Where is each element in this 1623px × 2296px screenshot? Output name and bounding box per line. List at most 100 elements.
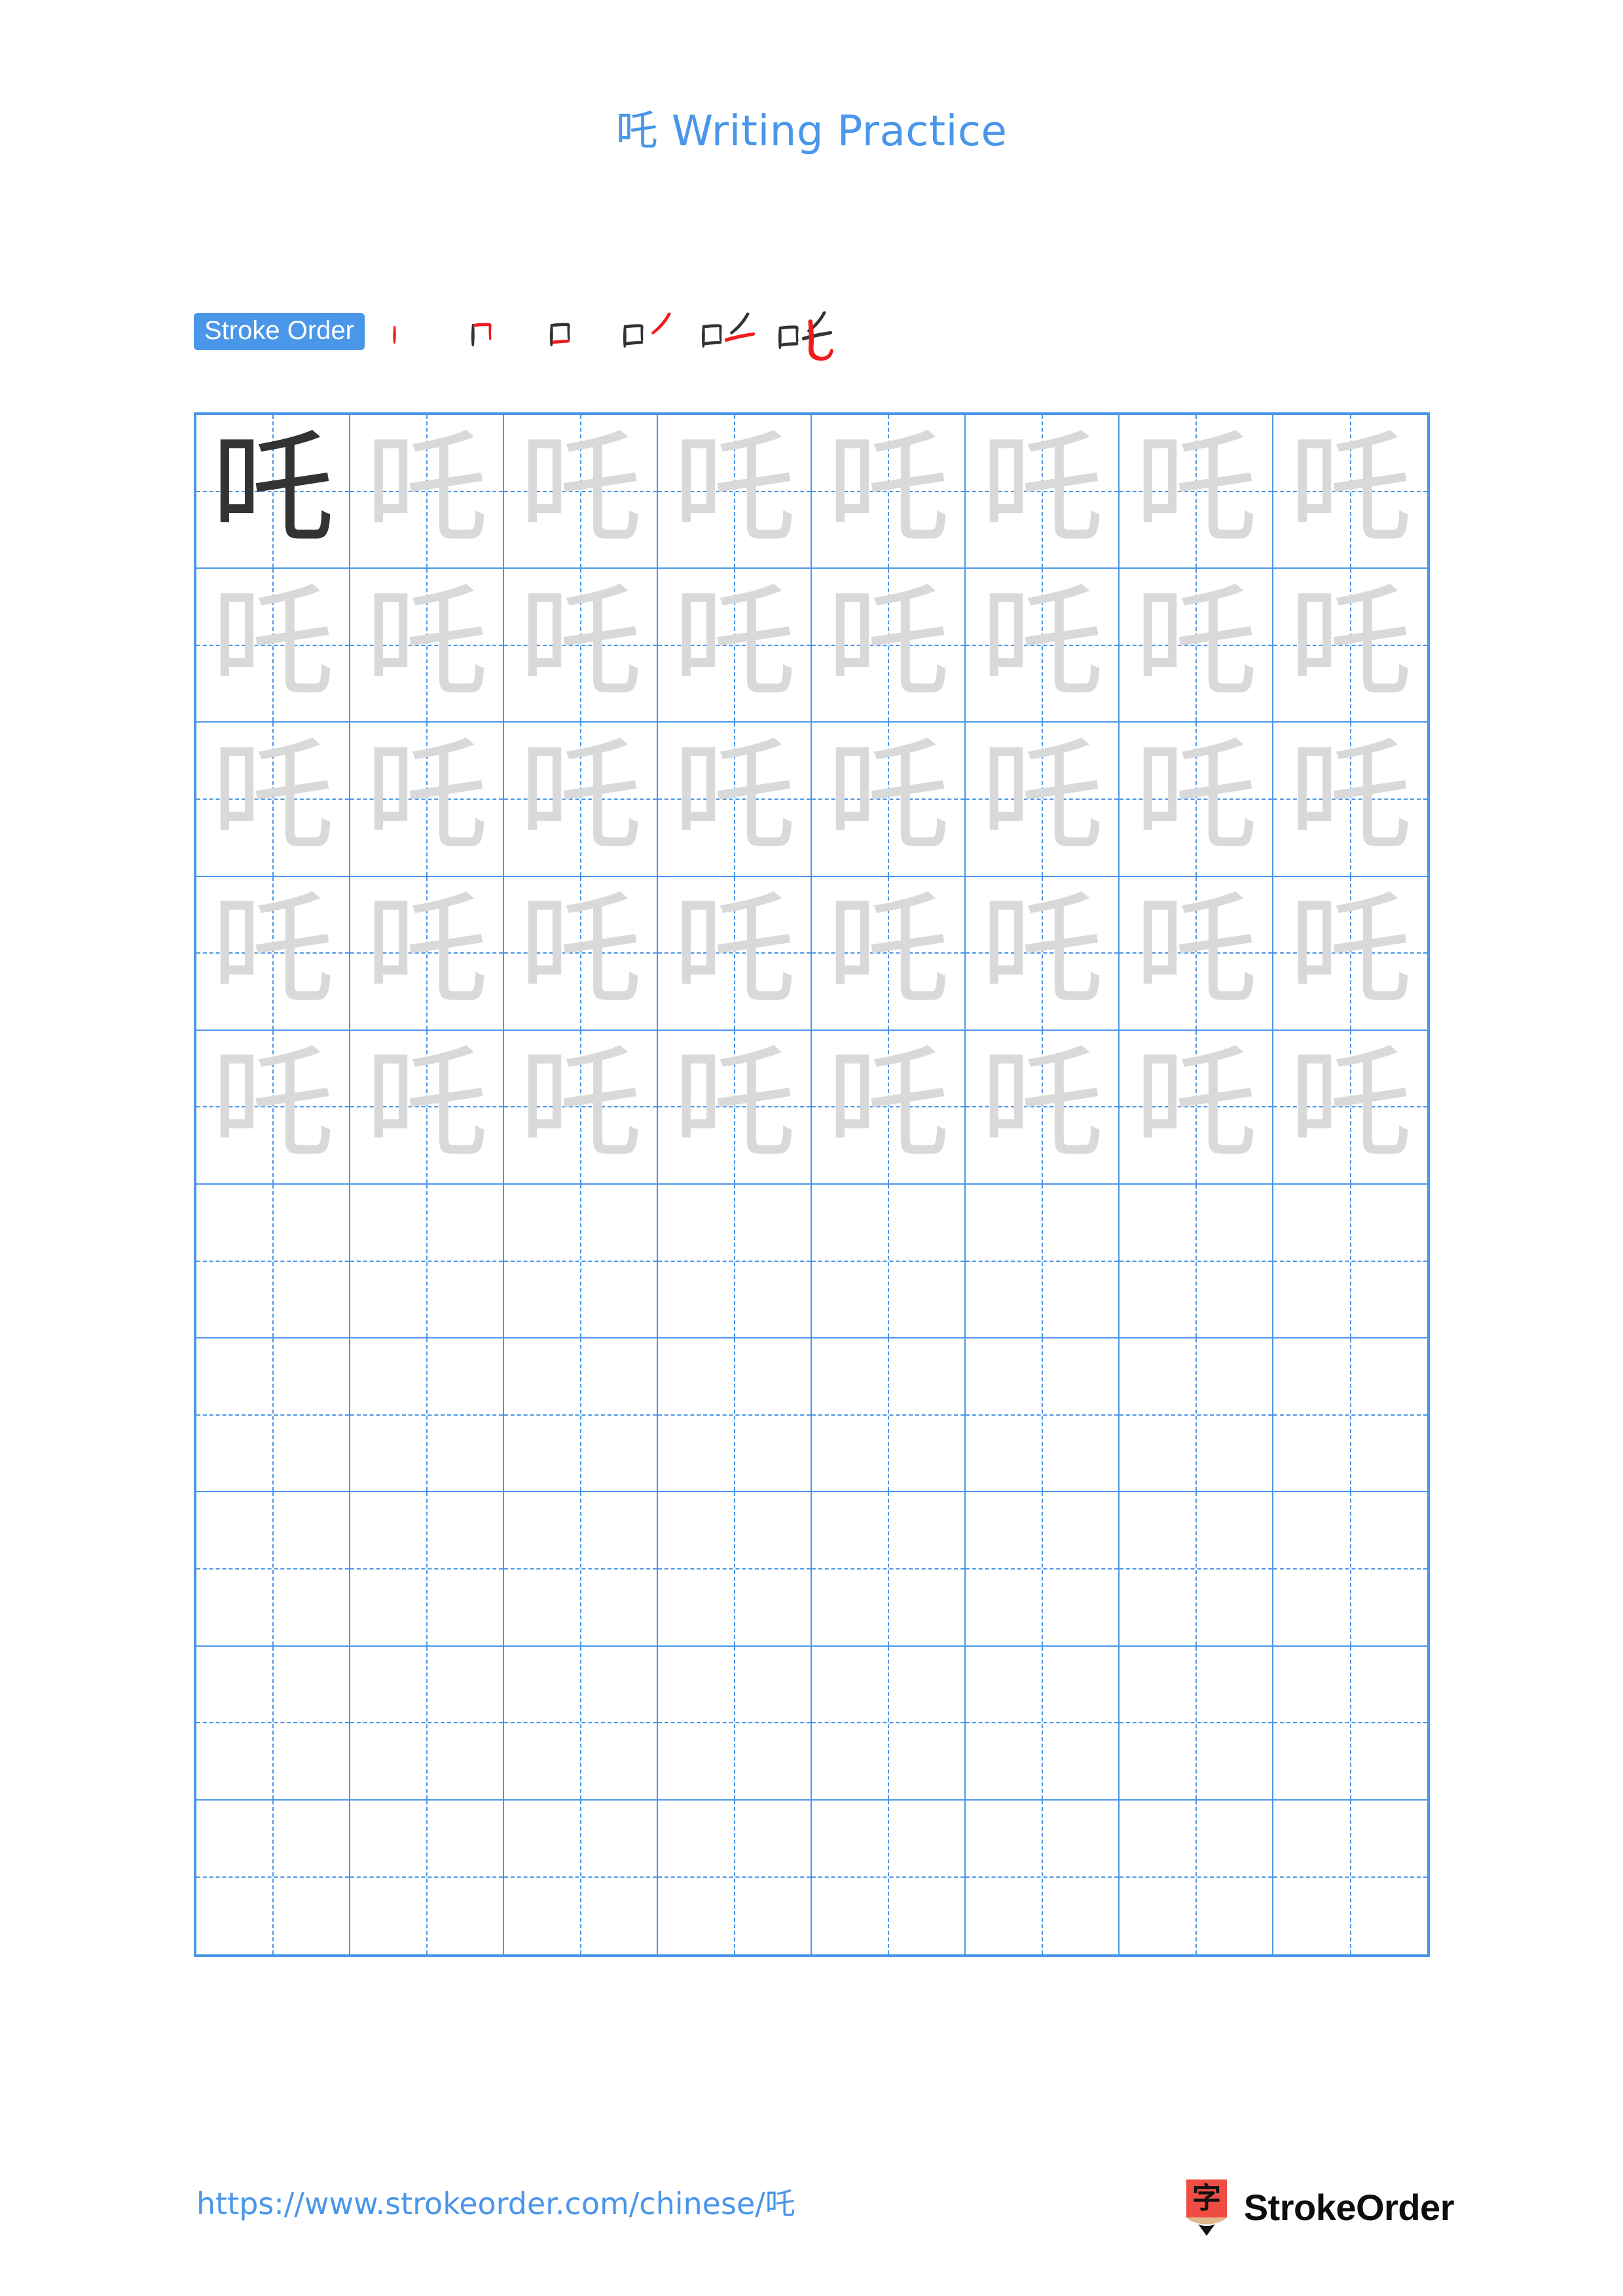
trace-character: 吒 [519, 879, 642, 1023]
grid-cell: 吒 [196, 415, 350, 569]
stroke-step-1-icon [393, 326, 396, 344]
practice-grid: 吒吒吒吒吒吒吒吒吒吒吒吒吒吒吒吒吒吒吒吒吒吒吒吒吒吒吒吒吒吒吒吒吒吒吒吒吒吒吒吒 [194, 412, 1430, 1957]
grid-cell [196, 1646, 350, 1801]
trace-character: 吒 [365, 725, 488, 869]
stroke-step-5-icon [701, 312, 756, 348]
empty-cell [1120, 1338, 1272, 1491]
empty-cell [658, 1338, 811, 1491]
pencil-logo-icon: 字 [1184, 2179, 1230, 2236]
grid-cell [966, 1800, 1120, 1954]
empty-cell [966, 1185, 1118, 1337]
trace-character: 吒 [1134, 879, 1258, 1023]
grid-cell [812, 1800, 966, 1954]
grid-cell: 吒 [504, 876, 658, 1031]
empty-cell [350, 1647, 503, 1799]
stroke-order-section: Stroke Order [194, 306, 845, 361]
stroke-order-badge: Stroke Order [194, 312, 365, 350]
empty-cell [504, 1492, 657, 1645]
grid-cell [350, 1184, 504, 1339]
stroke-step-4-prior [623, 324, 644, 348]
empty-cell [504, 1185, 657, 1337]
trace-character: 吒 [672, 1033, 796, 1177]
page-title: 吒 Writing Practice [0, 110, 1623, 152]
trace-character: 吒 [365, 571, 488, 715]
empty-cell [1120, 1185, 1272, 1337]
grid-cell [1120, 1646, 1273, 1801]
trace-character: 吒 [826, 879, 950, 1023]
stroke-step-4-icon [623, 312, 671, 348]
grid-cell: 吒 [812, 1030, 966, 1185]
trace-character: 吒 [365, 417, 488, 561]
stroke-step-2-prior [471, 324, 475, 347]
empty-cell [966, 1492, 1118, 1645]
grid-cell [350, 1646, 504, 1801]
grid-cell: 吒 [350, 415, 504, 569]
grid-cell: 吒 [812, 723, 966, 877]
grid-cell: 吒 [812, 876, 966, 1031]
grid-cell [812, 1184, 966, 1339]
trace-character: 吒 [980, 417, 1104, 561]
grid-cell [812, 1646, 966, 1801]
trace-character: 吒 [672, 571, 796, 715]
trace-character: 吒 [1134, 417, 1258, 561]
trace-character: 吒 [672, 417, 796, 561]
stroke-step-2-icon [471, 323, 492, 347]
grid-cell: 吒 [504, 1030, 658, 1185]
grid-cell [504, 1184, 658, 1339]
stroke-step-4 [610, 295, 688, 367]
grid-cell: 吒 [966, 1030, 1120, 1185]
stroke-step-5 [688, 295, 767, 367]
empty-cell [812, 1185, 964, 1337]
trace-character: 吒 [1288, 725, 1412, 869]
grid-cell [504, 1338, 658, 1493]
stroke-step-2 [452, 295, 531, 367]
grid-cell [504, 1492, 658, 1647]
empty-cell [812, 1647, 964, 1799]
trace-character: 吒 [211, 879, 335, 1023]
grid-cell [350, 1338, 504, 1493]
grid-cell [966, 1338, 1120, 1493]
grid-cell [658, 1800, 812, 1954]
grid-cell: 吒 [1273, 415, 1427, 569]
grid-cell: 吒 [1273, 876, 1427, 1031]
trace-character: 吒 [1134, 1033, 1258, 1177]
grid-cell: 吒 [812, 415, 966, 569]
grid-cell: 吒 [504, 723, 658, 877]
trace-character: 吒 [365, 1033, 488, 1177]
stroke-step-3-icon [549, 323, 570, 347]
grid-cell: 吒 [966, 415, 1120, 569]
grid-cell: 吒 [350, 876, 504, 1031]
grid-cell: 吒 [196, 569, 350, 723]
grid-cell: 吒 [196, 1030, 350, 1185]
stroke-step-6 [767, 295, 845, 367]
grid-cell: 吒 [658, 876, 812, 1031]
trace-character: 吒 [980, 725, 1104, 869]
stroke-step-5-new [724, 332, 756, 342]
grid-cell [1273, 1646, 1427, 1801]
empty-cell [658, 1185, 811, 1337]
stroke-step-6-icon [778, 311, 833, 361]
grid-cell [196, 1184, 350, 1339]
empty-cell [1273, 1492, 1427, 1645]
empty-cell [658, 1492, 811, 1645]
grid-cell: 吒 [966, 876, 1120, 1031]
grid-cell: 吒 [966, 569, 1120, 723]
empty-cell [658, 1801, 811, 1954]
empty-cell [196, 1801, 349, 1954]
grid-cell [1120, 1184, 1273, 1339]
stroke-step-1-new [393, 326, 396, 344]
trace-character: 吒 [1288, 417, 1412, 561]
empty-cell [350, 1338, 503, 1491]
stroke-step-5-prior [701, 312, 750, 348]
grid-cell [1120, 1492, 1273, 1647]
trace-character: 吒 [1288, 571, 1412, 715]
trace-character: 吒 [211, 571, 335, 715]
grid-cell [1273, 1800, 1427, 1954]
grid-cell: 吒 [196, 723, 350, 877]
source-url-link[interactable]: https://www.strokeorder.com/chinese/吒 [196, 2186, 795, 2222]
empty-cell [196, 1338, 349, 1491]
grid-cell: 吒 [1120, 415, 1273, 569]
stroke-step-3-new [551, 340, 570, 344]
stroke-step-4-new [651, 312, 671, 334]
trace-character: 吒 [211, 1033, 335, 1177]
